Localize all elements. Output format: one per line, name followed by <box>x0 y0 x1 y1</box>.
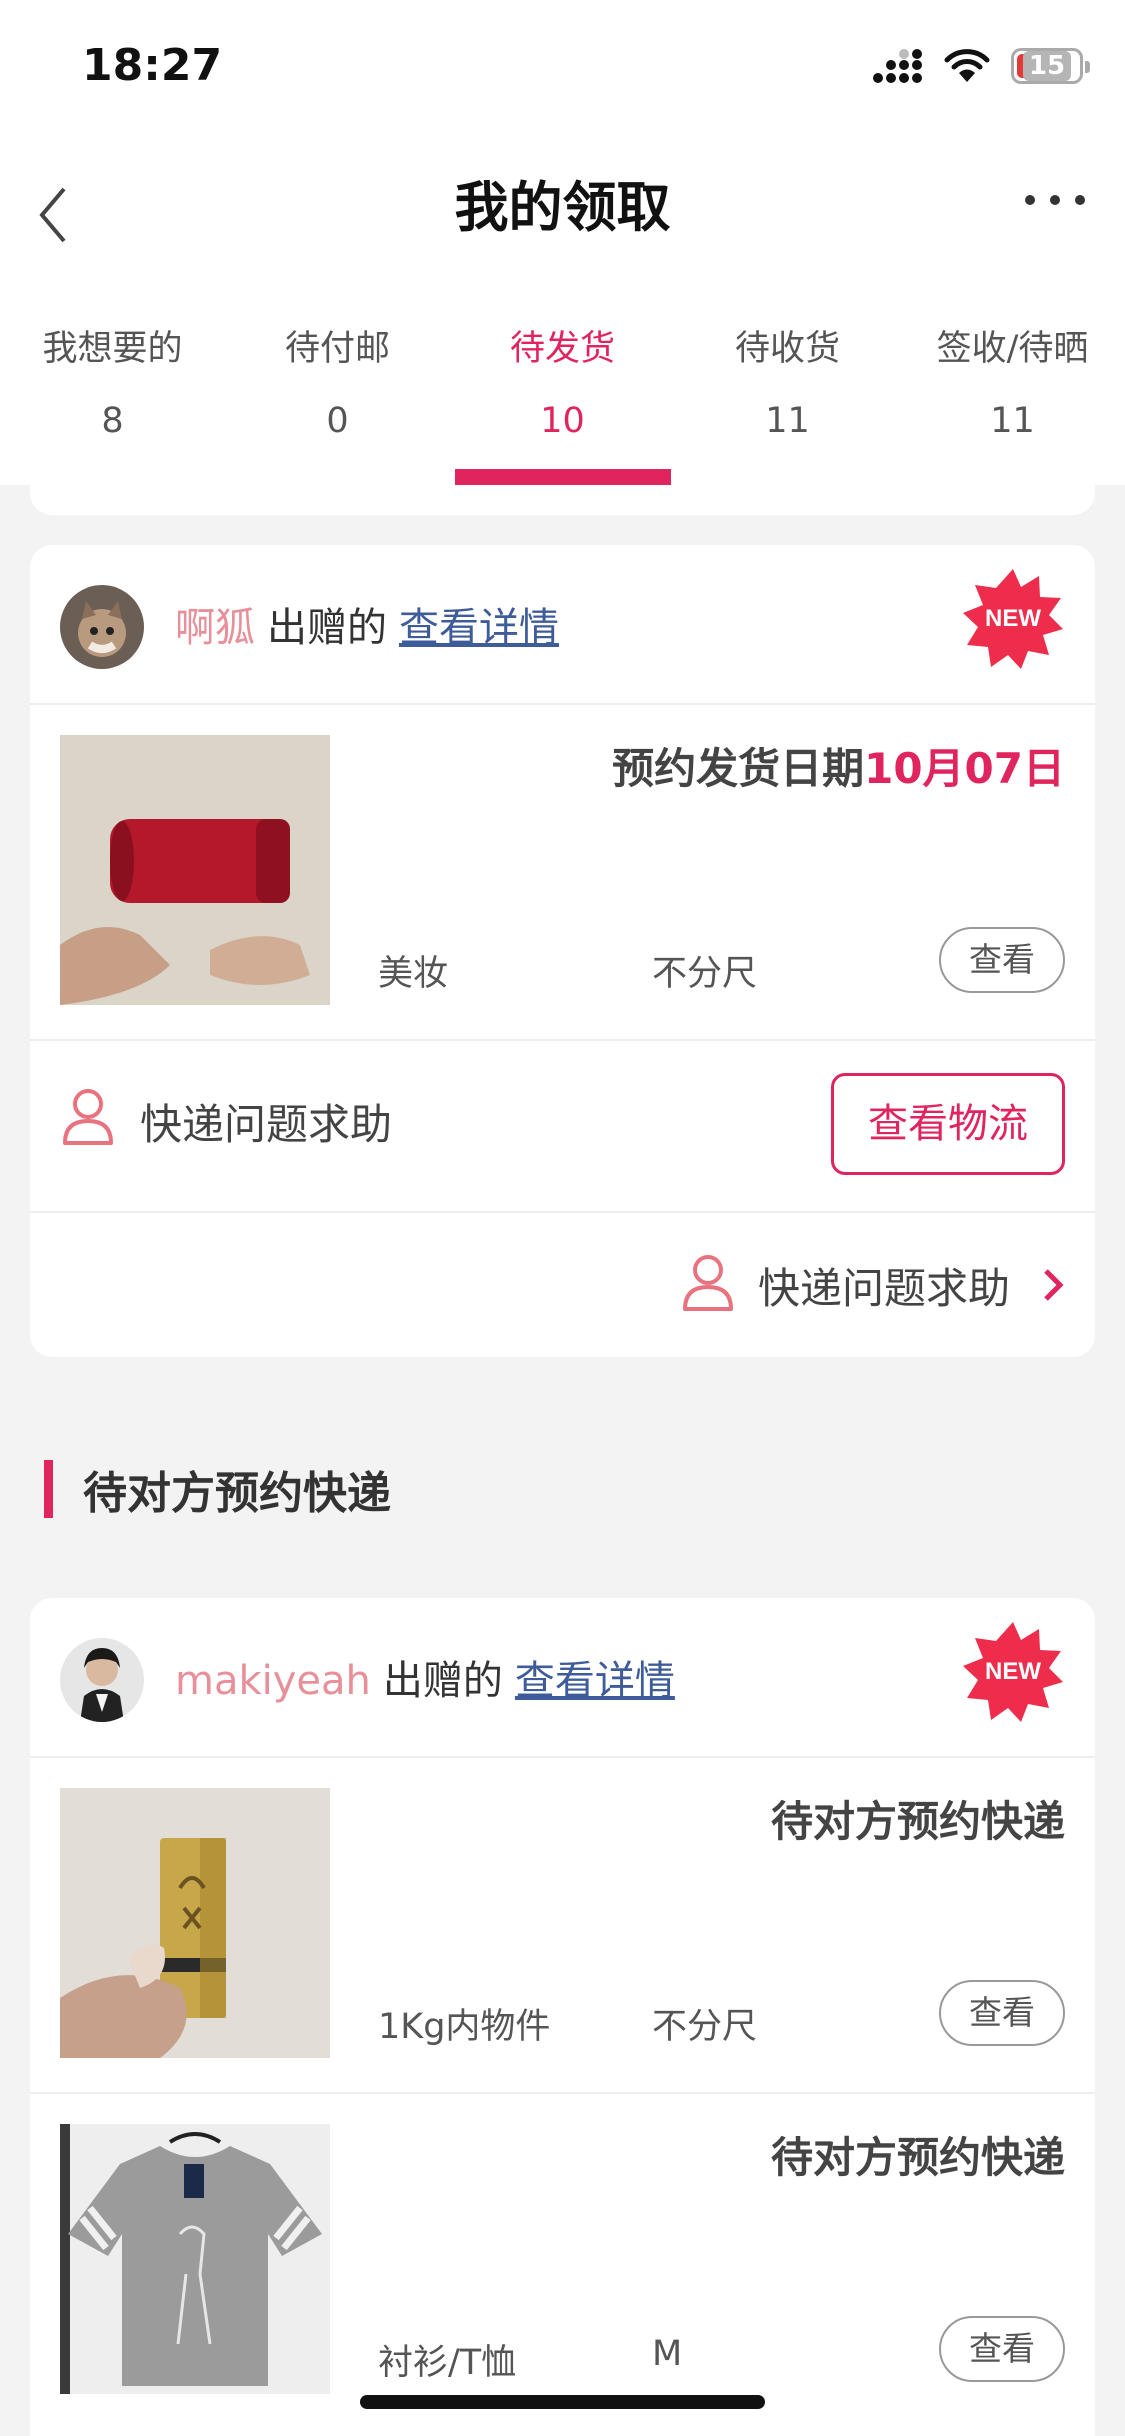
status-icons: 15 <box>873 48 1090 84</box>
tab-count: 11 <box>990 401 1035 441</box>
status-prefix: 待对方预约快递 <box>770 2133 1065 2182</box>
shipping-date-status: 预约发货日期10月07日 <box>612 735 1065 796</box>
battery-level: 15 <box>1022 51 1072 81</box>
card-header: makiyeah 出赠的 查看详情 NEW <box>30 1598 1095 1758</box>
gold-lipstick-image <box>60 1788 330 2058</box>
status-time: 18:27 <box>82 40 223 91</box>
tab-label: 待付邮 <box>284 329 390 369</box>
delivery-help-link[interactable]: 快递问题求助 <box>30 1213 1095 1353</box>
product-category: 1Kg内物件 <box>378 2007 551 2047</box>
new-badge: NEW <box>963 1622 1063 1722</box>
tab-bar: 我想要的 8 待付邮 0 待发货 10 待收货 11 签收/待晒 11 <box>0 290 1125 485</box>
wifi-icon <box>944 49 990 82</box>
giver-name[interactable]: 啊狐 <box>175 605 255 651</box>
gives-text: 出赠的 <box>382 1658 503 1704</box>
product-item[interactable]: 预约发货日期10月07日 美妆 不分尺 查看 <box>30 705 1095 1041</box>
view-button[interactable]: 查看 <box>939 1980 1065 2046</box>
avatar-image <box>60 1638 144 1722</box>
product-size: 不分尺 <box>652 2007 758 2047</box>
product-image[interactable] <box>60 1788 330 2058</box>
section-heading: 待对方预约快递 <box>44 1458 391 1520</box>
signal-icon <box>873 49 923 83</box>
giver-line: makiyeah 出赠的 查看详情 <box>175 1648 675 1706</box>
gives-text: 出赠的 <box>267 605 387 651</box>
tab-count: 0 <box>326 401 349 441</box>
help-row: 快递问题求助 查看物流 <box>30 1041 1095 1213</box>
shipping-status: 待对方预约快递 <box>771 2124 1065 2185</box>
product-category: 美妆 <box>378 954 449 994</box>
tshirt-image <box>60 2124 330 2394</box>
tab-label: 待发货 <box>509 329 615 369</box>
gift-card: 啊狐 出赠的 查看详情 NEW 预约发货日期10月07日 美妆 不分尺 查看 快… <box>30 545 1095 1357</box>
dot-icon <box>1025 195 1035 205</box>
delivery-help-text[interactable]: 快递问题求助 <box>140 1091 392 1152</box>
view-button[interactable]: 查看 <box>939 927 1065 993</box>
avatar[interactable] <box>60 585 144 669</box>
product-item[interactable]: 待对方预约快递 1Kg内物件 不分尺 查看 <box>30 1758 1095 2094</box>
giver-line: 啊狐 出赠的 查看详情 <box>175 595 559 653</box>
product-category: 衬衫/T恤 <box>378 2343 517 2383</box>
view-details-link[interactable]: 查看详情 <box>399 605 559 651</box>
gift-card: makiyeah 出赠的 查看详情 NEW 待对方预约快递 1Kg内物件 不分尺 查… <box>30 1598 1095 2436</box>
battery-icon: 15 <box>1011 48 1090 84</box>
section-accent-bar <box>44 1460 53 1518</box>
tab-pending-postage[interactable]: 待付邮 0 <box>225 290 450 485</box>
page-title: 我的领取 <box>454 176 671 239</box>
badge-text: NEW <box>985 605 1041 632</box>
home-indicator <box>360 2395 765 2409</box>
tab-count: 10 <box>540 401 585 441</box>
tab-count: 11 <box>765 401 810 441</box>
badge-text: NEW <box>985 1658 1041 1685</box>
view-button[interactable]: 查看 <box>939 2316 1065 2382</box>
product-size: M <box>652 2334 683 2374</box>
dot-icon <box>1075 195 1085 205</box>
tab-label: 我想要的 <box>42 329 183 369</box>
new-badge: NEW <box>963 569 1063 669</box>
card-header: 啊狐 出赠的 查看详情 NEW <box>30 545 1095 705</box>
active-tab-indicator <box>454 469 671 485</box>
previous-card-edge <box>30 485 1095 515</box>
status-bar: 18:27 15 <box>0 0 1125 135</box>
status-prefix: 待对方预约快递 <box>770 1797 1065 1846</box>
lipstick-case-image <box>60 735 330 1005</box>
view-logistics-button[interactable]: 查看物流 <box>831 1073 1065 1175</box>
product-image[interactable] <box>60 735 330 1005</box>
product-size: 不分尺 <box>652 954 758 994</box>
view-details-link[interactable]: 查看详情 <box>515 1658 675 1704</box>
tab-signed-review[interactable]: 签收/待晒 11 <box>900 290 1125 485</box>
chevron-right-icon <box>1044 1269 1064 1301</box>
nav-bar: 我的领取 <box>0 135 1125 290</box>
shipping-status: 待对方预约快递 <box>771 1788 1065 1849</box>
section-title: 待对方预约快递 <box>83 1468 391 1519</box>
person-icon <box>683 1255 733 1311</box>
dot-icon <box>1050 195 1060 205</box>
tab-count: 8 <box>101 401 124 441</box>
more-button[interactable] <box>1015 175 1095 225</box>
person-icon <box>63 1089 113 1145</box>
product-item[interactable]: 待对方预约快递 衬衫/T恤 M 查看 <box>30 2094 1095 2430</box>
tab-label: 签收/待晒 <box>936 329 1089 369</box>
product-image[interactable] <box>60 2124 330 2394</box>
avatar-image <box>60 585 144 669</box>
tab-pending-shipment[interactable]: 待发货 10 <box>450 290 675 485</box>
delivery-help-link-text: 快递问题求助 <box>758 1264 1011 1313</box>
tab-label: 待收货 <box>734 329 840 369</box>
status-prefix: 预约发货日期 <box>612 744 865 793</box>
tab-want[interactable]: 我想要的 8 <box>0 290 225 485</box>
avatar[interactable] <box>60 1638 144 1722</box>
giver-name[interactable]: makiyeah <box>175 1658 371 1704</box>
shipping-date: 10月07日 <box>864 744 1065 793</box>
tab-pending-receipt[interactable]: 待收货 11 <box>675 290 900 485</box>
